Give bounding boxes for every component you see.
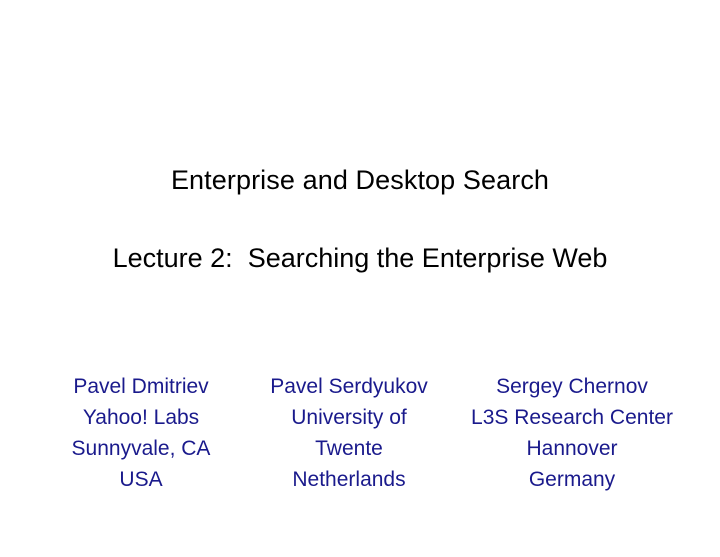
author-country: Netherlands xyxy=(292,468,406,491)
author-country: Germany xyxy=(528,468,616,491)
slide-title-line-1: Enterprise and Desktop Search xyxy=(170,165,550,195)
slide-title-line-2: Lecture 2: Searching the Enterprise Web xyxy=(112,243,608,273)
author-country: USA xyxy=(119,468,163,491)
author-name: Sergey Chernov xyxy=(496,375,648,398)
author-city: Twente xyxy=(315,437,383,460)
author-city: Hannover xyxy=(526,437,618,460)
title-block: Enterprise and Desktop Search Lecture 2:… xyxy=(50,160,670,278)
author-affiliation: Yahoo! Labs xyxy=(82,406,200,429)
author-column-3: Sergey Chernov L3S Research Center Hanno… xyxy=(456,371,688,495)
author-column-2: Pavel Serdyukov University of Twente Net… xyxy=(246,371,452,495)
presentation-slide: Enterprise and Desktop Search Lecture 2:… xyxy=(0,0,720,557)
author-affiliation: L3S Research Center xyxy=(471,406,673,429)
authors-block: Pavel Dmitriev Yahoo! Labs Sunnyvale, CA… xyxy=(40,371,688,495)
author-name: Pavel Dmitriev xyxy=(73,375,209,398)
author-affiliation: University of xyxy=(291,406,407,429)
author-name: Pavel Serdyukov xyxy=(270,375,428,398)
author-column-1: Pavel Dmitriev Yahoo! Labs Sunnyvale, CA… xyxy=(40,371,242,495)
author-city: Sunnyvale, CA xyxy=(71,437,211,460)
title-spacer xyxy=(50,200,670,238)
